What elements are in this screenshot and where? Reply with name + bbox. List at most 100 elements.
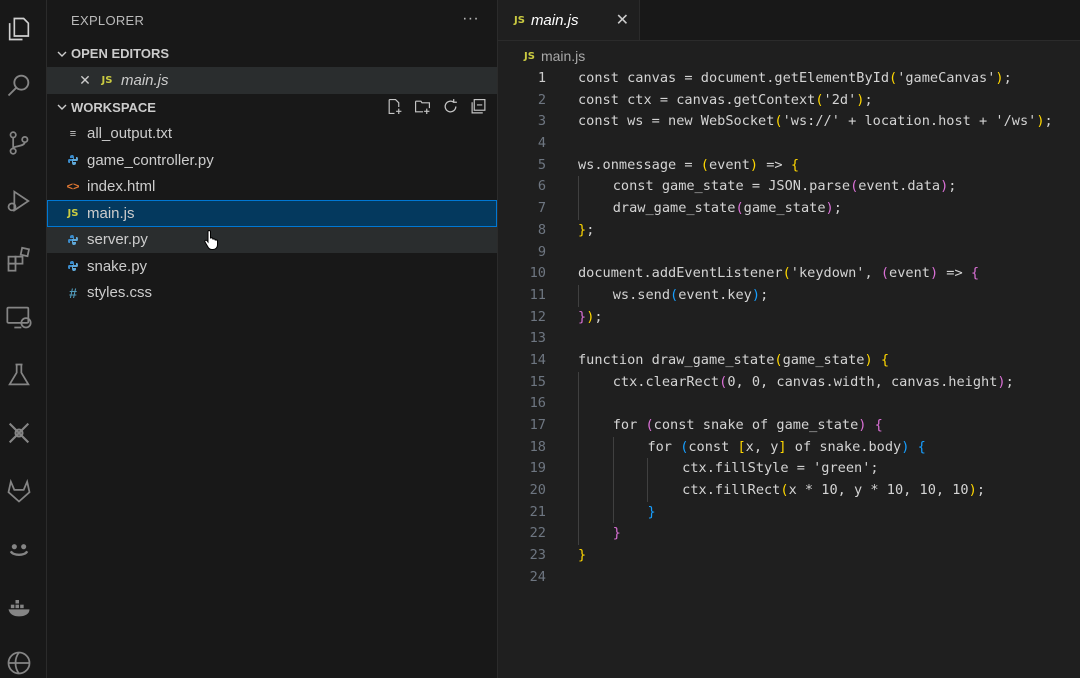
testing-icon[interactable] — [4, 360, 34, 390]
search-icon[interactable] — [4, 70, 34, 100]
code-line: 14 function draw_game_state(game_state) { — [498, 350, 1080, 372]
gitlab-icon[interactable] — [4, 476, 34, 506]
bracket-token: } — [578, 221, 587, 238]
explorer-icon[interactable] — [4, 14, 34, 44]
bracket-token: ( — [670, 286, 679, 303]
indent-guide — [578, 480, 579, 502]
js-file-icon: JS — [101, 74, 113, 86]
workspace-section-header[interactable]: WORKSPACE — [47, 94, 497, 121]
breadcrumb[interactable]: JS main.js — [498, 41, 1080, 71]
tab-bar: JS main.js ✕ — [498, 0, 1080, 41]
html-file-icon: <> — [66, 180, 80, 193]
code-line: 8}; — [498, 220, 1080, 242]
tab-main-js[interactable]: JS main.js ✕ — [498, 0, 640, 40]
bracket-token: ( — [815, 91, 824, 108]
code-line: 12}); — [498, 307, 1080, 329]
code-token: const ctx = canvas.getContext — [578, 91, 816, 108]
code-token: game_state — [782, 351, 865, 368]
css-file-icon: # — [69, 284, 77, 301]
new-file-icon[interactable] — [385, 98, 403, 116]
file-item-snake-py[interactable]: snake.py — [47, 253, 497, 280]
code-line: 19 ctx.fillStyle = 'green'; — [498, 458, 1080, 481]
code-line: 11 ws.send(event.key); — [498, 284, 1080, 307]
line-number: 14 — [529, 351, 546, 368]
indent-guide — [578, 523, 579, 546]
copilot-icon[interactable] — [4, 534, 34, 564]
code-line: 23} — [498, 545, 1080, 567]
open-editor-item[interactable]: ✕ JS main.js — [47, 67, 497, 94]
indent-guide — [647, 480, 649, 502]
bracket-token: ( — [782, 265, 791, 282]
file-label: game_controller.py — [87, 151, 214, 169]
bracket-token: ) — [751, 286, 761, 303]
open-editor-label: main.js — [121, 71, 169, 89]
close-icon[interactable]: ✕ — [77, 72, 93, 89]
code-token: const canvas = document.getElementById — [578, 70, 889, 86]
code-token: ; — [586, 221, 595, 238]
indent-guide — [578, 458, 579, 481]
chevron-down-icon — [53, 101, 71, 113]
file-item-main-js[interactable]: JS main.js — [47, 200, 497, 227]
file-item-game-controller[interactable]: game_controller.py — [47, 147, 497, 174]
line-number: 13 — [529, 330, 546, 347]
indent-guide — [578, 393, 579, 415]
indent-guide — [647, 458, 649, 481]
code-token: ctx.clearRect — [612, 373, 720, 390]
refresh-icon[interactable] — [441, 98, 459, 116]
line-number: 16 — [529, 395, 546, 412]
close-icon[interactable]: ✕ — [616, 10, 629, 30]
code-line: 18 for (const [x, y] of snake.body) { — [498, 436, 1080, 459]
indent-guide — [578, 284, 579, 307]
line-number: 2 — [537, 91, 546, 108]
code-text: ctx.clearRect(0, 0, canvas.width, canvas… — [613, 372, 1014, 394]
file-item-index-html[interactable]: <> index.html — [47, 174, 497, 201]
code-token: game_state — [743, 200, 826, 217]
docker-icon[interactable] — [4, 592, 34, 622]
code-line: 10 document.addEventListener('keydown', (… — [498, 263, 1080, 285]
code-line: 6 const game_state = JSON.parse(event.dat… — [498, 176, 1080, 199]
file-item-styles-css[interactable]: # styles.css — [47, 280, 497, 307]
chevron-down-icon — [53, 48, 71, 60]
code-token: ; — [760, 286, 769, 303]
file-label: index.html — [87, 178, 156, 196]
code-text: ws.send(event.key); — [613, 285, 769, 307]
extensions-icon[interactable] — [4, 244, 34, 274]
bracket-token: ] — [778, 438, 787, 455]
file-item-server-py[interactable]: server.py — [47, 226, 497, 253]
code-editor[interactable]: 1 const canvas = document.getElementById(… — [498, 68, 1080, 589]
indent-guide — [578, 501, 579, 524]
open-editors-label: OPEN EDITORS — [71, 46, 170, 61]
code-line: 16 — [498, 393, 1080, 415]
file-item-all-output[interactable]: ≡ all_output.txt — [47, 121, 497, 148]
bracket-token: } — [578, 308, 587, 325]
custom-extension-icon[interactable] — [4, 418, 34, 448]
bracket-token: ) — [825, 200, 834, 217]
bracket-token: ( — [735, 200, 744, 217]
code-text: document.addEventListener('keydown', (ev… — [578, 263, 979, 285]
code-token: x * 10, y * 10, 10, 10 — [788, 482, 969, 499]
source-control-icon[interactable] — [4, 128, 34, 158]
line-number: 4 — [537, 135, 546, 152]
collapse-all-icon[interactable] — [469, 98, 487, 116]
code-text: const ws = new WebSocket('ws://' + locat… — [578, 111, 1053, 133]
code-token: ; — [1044, 113, 1053, 130]
js-file-icon: JS — [524, 50, 535, 62]
remote-explorer-icon[interactable] — [4, 302, 34, 332]
line-number: 7 — [537, 200, 546, 217]
code-line: 22} — [498, 523, 1080, 546]
bracket-token: ) — [749, 156, 759, 173]
browser-icon[interactable] — [4, 648, 34, 678]
line-number: 21 — [529, 503, 546, 520]
more-actions-icon[interactable]: ··· — [462, 10, 479, 28]
line-number: 24 — [529, 568, 546, 585]
open-editors-section-header[interactable]: OPEN EDITORS — [47, 40, 497, 67]
file-label: all_output.txt — [87, 125, 173, 143]
new-folder-icon[interactable] — [413, 98, 431, 116]
python-file-icon — [65, 234, 81, 246]
code-token: function draw_game_state — [578, 351, 775, 368]
workspace-label: WORKSPACE — [71, 99, 156, 115]
run-debug-icon[interactable] — [4, 186, 34, 216]
code-token: 'gameCanvas' — [897, 70, 996, 86]
bracket-token: ( — [645, 417, 654, 433]
